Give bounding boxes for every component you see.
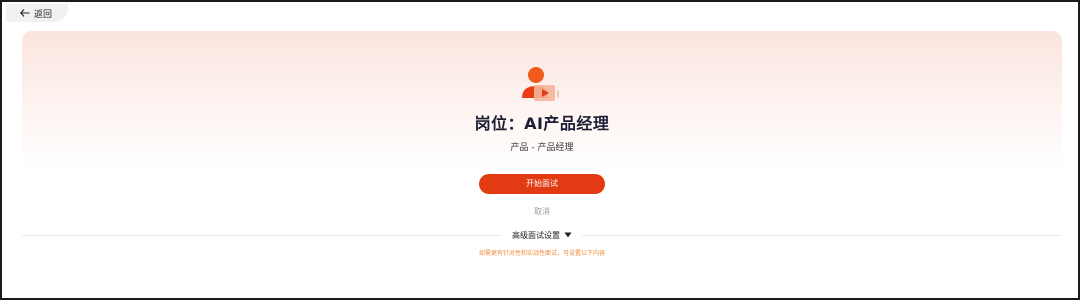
back-button[interactable]: 返回 — [6, 4, 68, 22]
app-frame: 返回 岗位：AI产品经理 产品 - 产品经理 开始面试 取消 高级面试设置 如需… — [0, 0, 1080, 300]
job-category: 产品 - 产品经理 — [510, 143, 574, 153]
advanced-settings-label: 高级面试设置 — [512, 230, 560, 240]
page-title: 岗位：AI产品经理 — [474, 114, 610, 133]
cancel-link[interactable]: 取消 — [2, 206, 1080, 217]
interviewer-video-icon — [519, 66, 563, 104]
start-interview-button[interactable]: 开始面试 — [479, 174, 605, 194]
advanced-hint: 如需更有针对性和实战性面试，可设置以下内容 — [478, 250, 605, 257]
back-label: 返回 — [34, 9, 53, 20]
caret-down-icon — [564, 231, 572, 240]
advanced-settings-toggle[interactable]: 高级面试设置 — [502, 228, 582, 242]
arrow-left-icon — [20, 9, 30, 17]
